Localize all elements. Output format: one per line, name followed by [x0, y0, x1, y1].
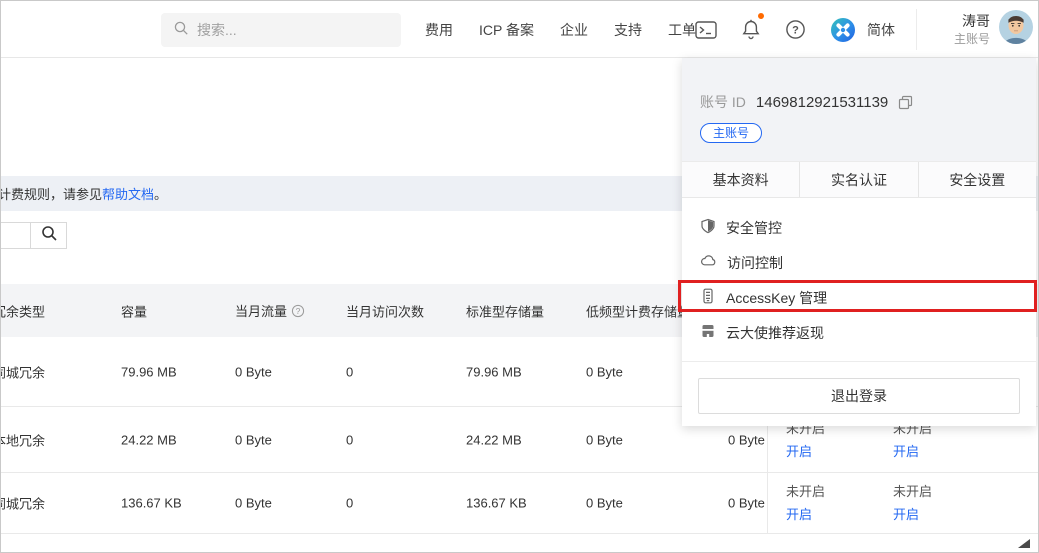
- tab-basic-profile[interactable]: 基本资料: [682, 162, 799, 197]
- search-icon: [40, 224, 58, 247]
- medal-icon: [700, 323, 716, 342]
- account-menu-trigger[interactable]: 涛哥 主账号: [929, 1, 1034, 58]
- nav-item-enterprise[interactable]: 企业: [560, 20, 588, 40]
- top-navbar: 费用 ICP 备案 企业 支持 工单 ?: [1, 1, 1038, 58]
- col-header-redundancy: 冗余类型: [0, 301, 45, 320]
- traffic-help-icon[interactable]: ?: [291, 304, 305, 321]
- menu-item-security-control[interactable]: 安全管控: [682, 210, 1036, 245]
- account-id-value: 1469812921531139: [756, 94, 888, 111]
- account-dropdown-panel: 账号 ID 1469812921531139 主账号 基本资料 实名认证 安全设…: [682, 58, 1036, 426]
- cell-extra-storage: 0 Byte: [728, 432, 765, 447]
- enable-link[interactable]: 开启: [893, 444, 919, 459]
- cell-capacity: 24.22 MB: [121, 432, 177, 447]
- menu-item-accesskey-management[interactable]: AccessKey 管理: [682, 280, 1036, 315]
- toggle-status: 未开启: [786, 484, 825, 499]
- copy-icon[interactable]: [898, 95, 913, 110]
- menu-item-label: AccessKey 管理: [726, 288, 827, 308]
- help-doc-link[interactable]: 帮助文档: [102, 187, 154, 202]
- menu-item-label: 安全管控: [726, 218, 782, 238]
- col-header-standard: 标准型存储量: [466, 301, 544, 320]
- notification-dot: [758, 13, 764, 19]
- user-role: 主账号: [954, 30, 990, 48]
- menu-item-cloud-ambassador[interactable]: 云大使推荐返现: [682, 315, 1036, 350]
- bucket-search-button[interactable]: [30, 222, 67, 249]
- toggle-status: 未开启: [893, 484, 932, 499]
- cell-lowfreq: 0 Byte: [586, 496, 623, 511]
- cell-capacity: 79.96 MB: [121, 364, 177, 379]
- menu-item-label: 访问控制: [727, 253, 783, 273]
- col-header-traffic: 当月流量?: [235, 301, 305, 321]
- menu-item-label: 云大使推荐返现: [726, 323, 824, 343]
- cell-traffic: 0 Byte: [235, 432, 272, 447]
- global-search[interactable]: [161, 13, 401, 47]
- logout-button[interactable]: 退出登录: [698, 378, 1020, 414]
- cell-lowfreq: 0 Byte: [586, 364, 623, 379]
- cloud-icon: [700, 253, 717, 272]
- nav-item-support[interactable]: 支持: [614, 20, 642, 40]
- menu-item-access-control[interactable]: 访问控制: [682, 245, 1036, 280]
- nav-item-billing[interactable]: 费用: [425, 20, 453, 40]
- svg-text:?: ?: [792, 25, 799, 37]
- feature-toggle: 未开启 开启: [893, 480, 932, 526]
- help-icon[interactable]: ?: [785, 19, 806, 40]
- cell-visits: 0: [346, 496, 353, 511]
- svg-text:?: ?: [296, 306, 301, 316]
- language-selector[interactable]: 简体: [867, 1, 895, 58]
- account-id-label: 账号 ID: [700, 92, 746, 112]
- cell-visits: 0: [346, 432, 353, 447]
- enable-link[interactable]: 开启: [893, 507, 919, 522]
- search-icon: [173, 20, 189, 41]
- cell-lowfreq: 0 Byte: [586, 432, 623, 447]
- avatar[interactable]: [998, 9, 1034, 50]
- shield-icon: [700, 218, 716, 237]
- nav-item-icp[interactable]: ICP 备案: [479, 20, 534, 40]
- enable-link[interactable]: 开启: [786, 507, 812, 522]
- cell-visits: 0: [346, 364, 353, 379]
- account-tabs: 基本资料 实名认证 安全设置: [682, 161, 1036, 198]
- cell-capacity: 136.67 KB: [121, 496, 182, 511]
- cell-traffic: 0 Byte: [235, 364, 272, 379]
- scroll-corner-indicator[interactable]: [1018, 539, 1030, 548]
- account-summary: 账号 ID 1469812921531139 主账号: [682, 58, 1036, 161]
- service-assistant-icon[interactable]: [830, 17, 856, 43]
- col-header-capacity: 容量: [121, 301, 147, 320]
- col-header-visits: 当月访问次数: [346, 301, 424, 320]
- col-header-lowfreq: 低频型计费存储量: [586, 301, 690, 320]
- cell-redundancy: 本地冗余: [0, 430, 45, 449]
- nav-item-tickets[interactable]: 工单: [668, 20, 696, 40]
- cloudshell-icon[interactable]: [695, 21, 717, 39]
- cell-traffic: 0 Byte: [235, 496, 272, 511]
- feature-toggle: 未开启 开启: [786, 480, 825, 526]
- enable-link[interactable]: 开启: [786, 444, 812, 459]
- console-page: 计费规则，请参见帮助文档。 冗余类型 容量 当月流量? 当月访问次数 标准型存储…: [0, 0, 1039, 553]
- table-row: 同城冗余 136.67 KB 0 Byte 0 136.67 KB 0 Byte…: [1, 473, 1038, 534]
- cell-standard: 24.22 MB: [466, 432, 522, 447]
- cell-extra-storage: 0 Byte: [728, 496, 765, 511]
- user-name: 涛哥: [962, 12, 990, 30]
- billing-notice-text: 计费规则，请参见: [1, 187, 102, 202]
- cell-standard: 79.96 MB: [466, 364, 522, 379]
- tab-security-settings[interactable]: 安全设置: [918, 162, 1036, 197]
- cell-redundancy: 同城冗余: [0, 494, 45, 513]
- notification-bell-icon[interactable]: [741, 19, 761, 40]
- accesskey-icon: [700, 288, 716, 307]
- dropdown-separator: [682, 361, 1036, 362]
- tab-realname-verification[interactable]: 实名认证: [799, 162, 917, 197]
- bucket-search-input[interactable]: [0, 222, 31, 249]
- account-menu: 安全管控 访问控制 AccessKey 管理 云大使推荐返现: [682, 198, 1036, 350]
- navbar-divider: [916, 9, 917, 50]
- main-account-badge: 主账号: [700, 123, 762, 143]
- global-search-input[interactable]: [197, 22, 377, 38]
- billing-notice-suffix: 。: [154, 187, 167, 202]
- cell-redundancy: 同城冗余: [0, 362, 45, 381]
- cell-standard: 136.67 KB: [466, 496, 527, 511]
